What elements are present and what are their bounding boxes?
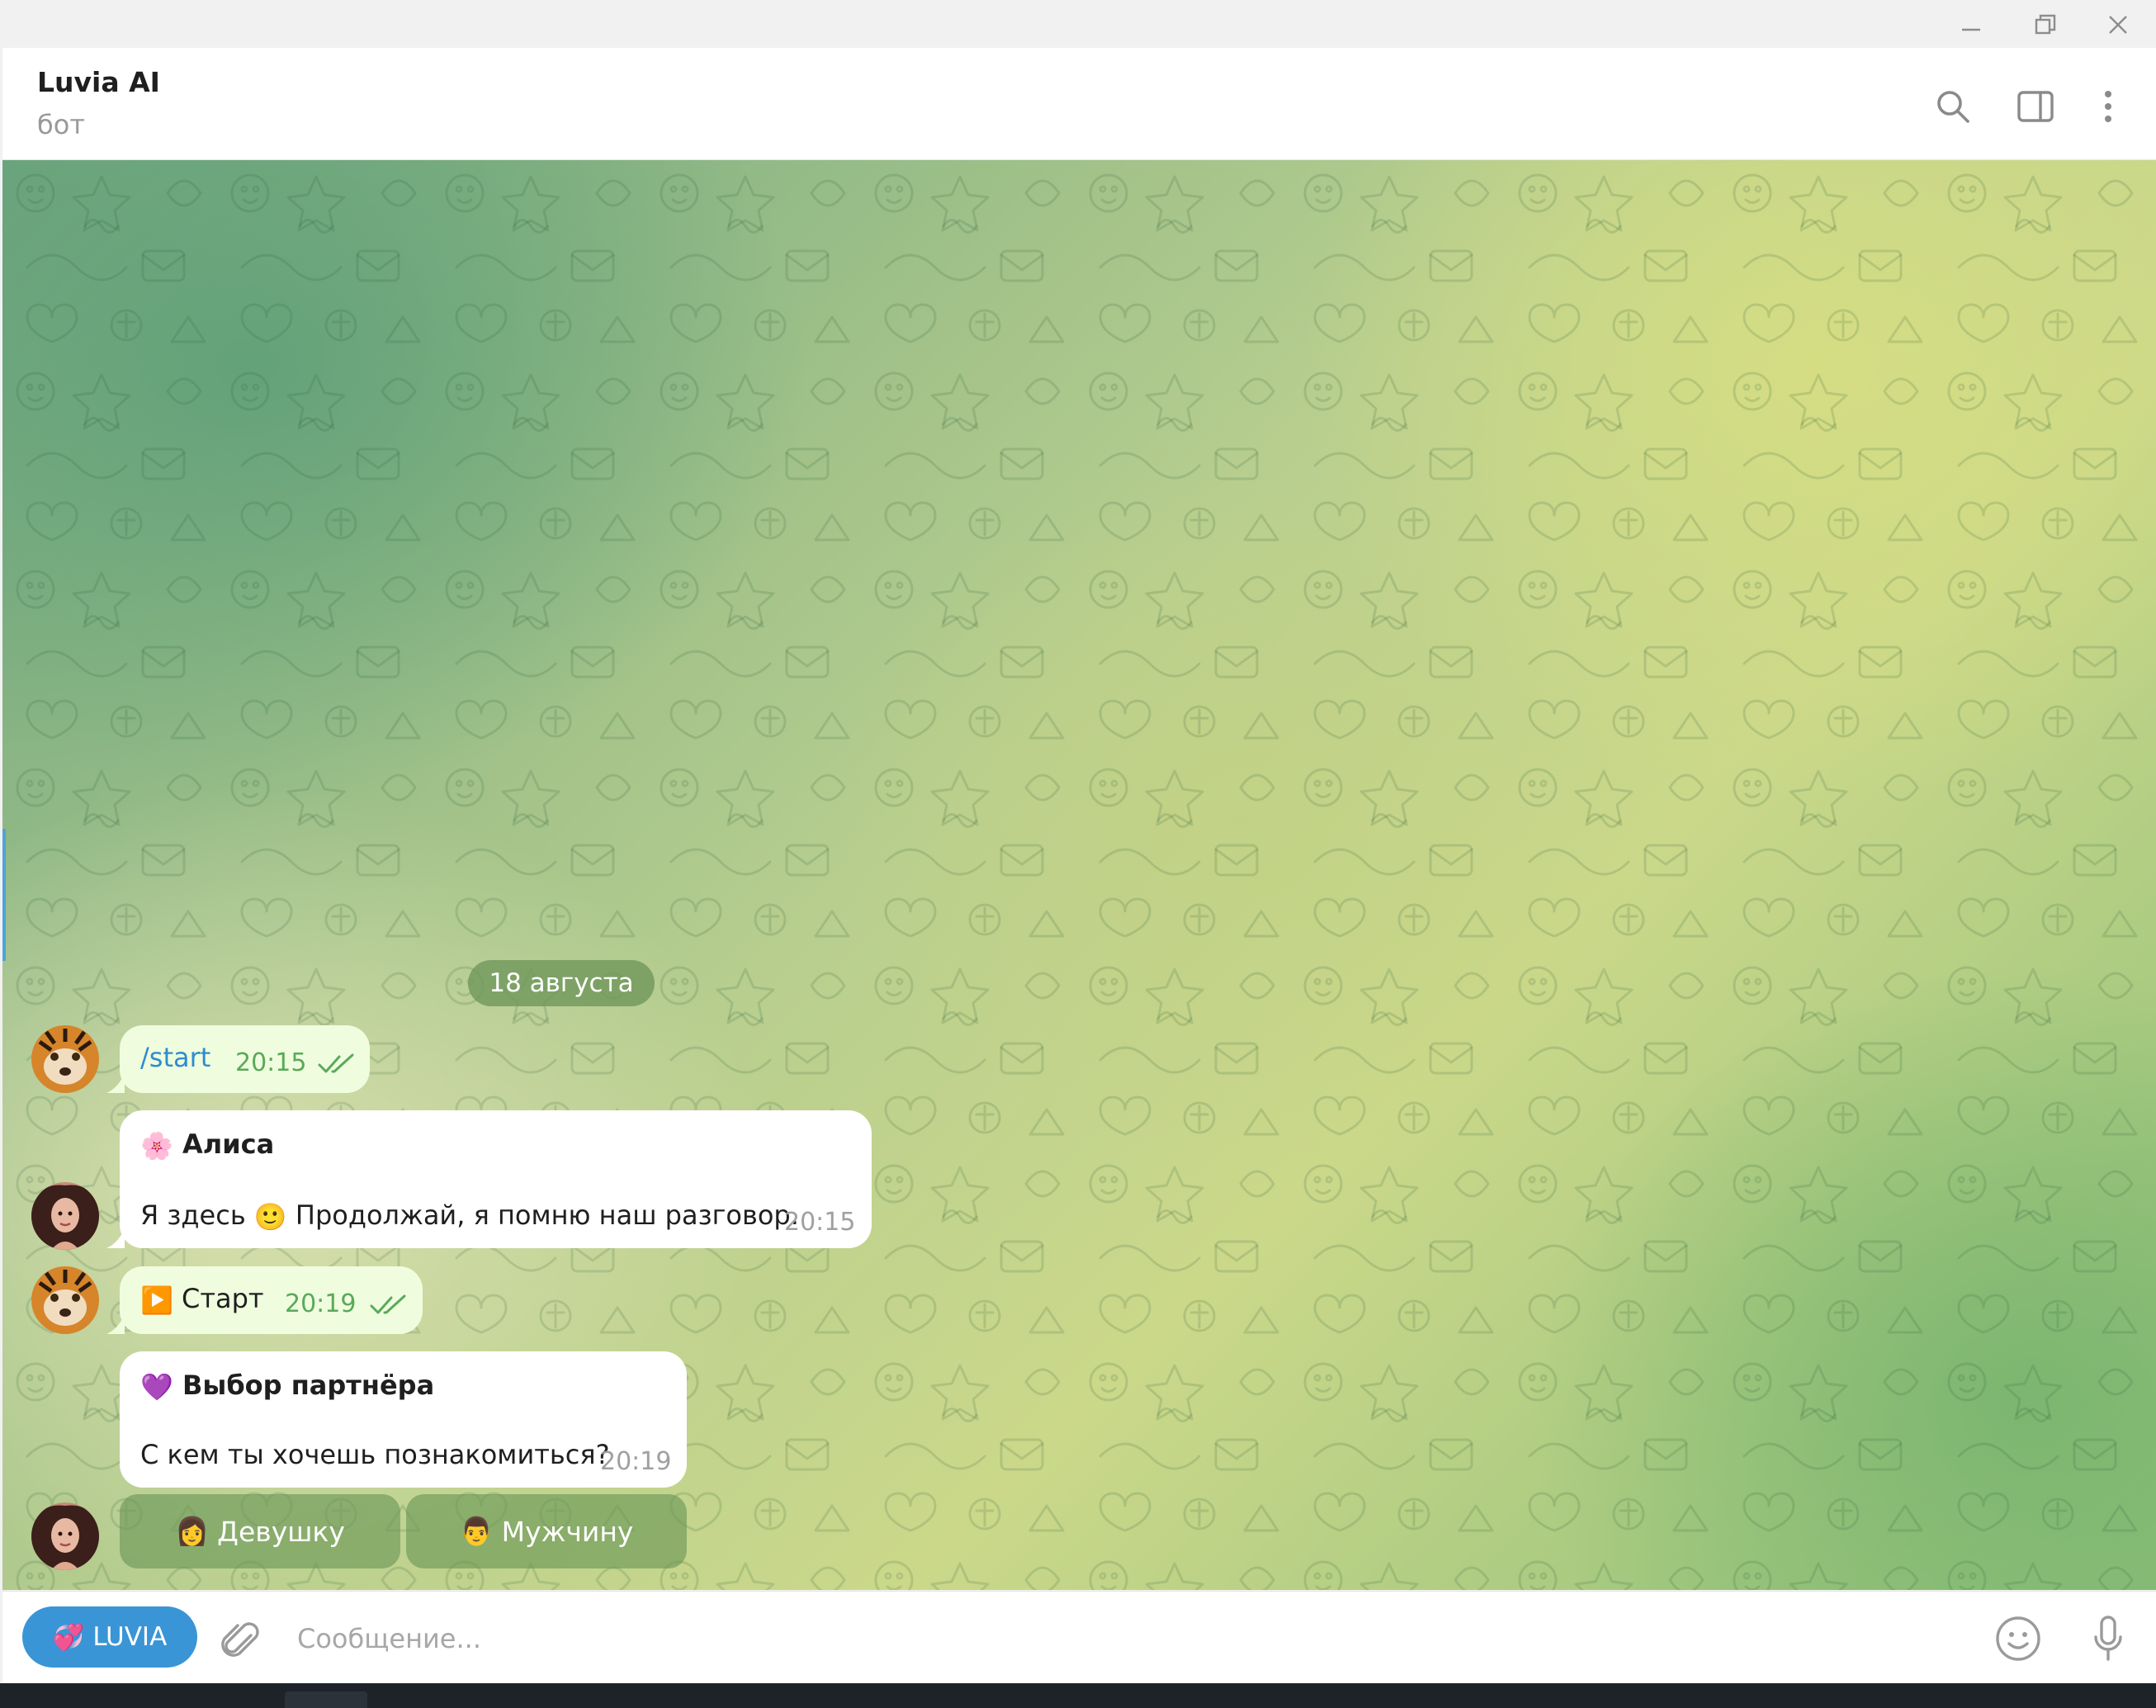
sidebar-toggle-button[interactable] <box>2010 81 2061 132</box>
chat-title[interactable]: Luvia AI <box>37 66 160 98</box>
chat-area[interactable]: 18 августа /start 20:15 🌸 Алиса Я здесь … <box>2 160 2156 1590</box>
date-separator: 18 августа <box>468 960 655 1006</box>
more-options-button[interactable] <box>2083 81 2134 132</box>
play-button-emoji: ▶️ <box>140 1285 173 1316</box>
os-taskbar <box>0 1683 2156 1708</box>
message-title: Алиса <box>182 1128 275 1160</box>
message-composer: 💞 LUVIA <box>2 1591 2156 1684</box>
keyboard-button-label: Мужчину <box>501 1515 634 1548</box>
taskbar-item[interactable] <box>285 1691 367 1708</box>
bot-menu-button[interactable]: 💞 LUVIA <box>22 1606 197 1668</box>
minimize-icon <box>1962 28 1980 31</box>
emoji-icon <box>1996 1616 2040 1661</box>
bot-menu-label: LUVIA <box>92 1622 168 1652</box>
search-icon <box>1937 91 1969 123</box>
emoji-button[interactable] <box>1993 1613 2044 1664</box>
bot-avatar-icon <box>31 1502 99 1570</box>
avatar-bot-alice[interactable] <box>31 1502 99 1570</box>
message-text-part-1: Я здесь <box>140 1199 246 1231</box>
unread-indicator <box>2 829 6 961</box>
window-title-bar <box>0 0 2156 48</box>
message-start-text: Старт <box>182 1283 264 1314</box>
keyboard-button-girl[interactable]: 👩 Девушку <box>120 1494 400 1568</box>
minimize-button[interactable] <box>1938 7 2004 43</box>
voice-message-button[interactable] <box>2083 1613 2134 1664</box>
search-button[interactable] <box>1927 81 1979 132</box>
man-emoji: 👨 <box>459 1515 494 1547</box>
tiger-avatar-icon <box>31 1025 99 1093</box>
close-icon <box>2109 16 2127 34</box>
more-vertical-icon <box>2105 91 2111 122</box>
message-bubble-incoming[interactable]: 🌸 Алиса Я здесь 🙂 Продолжай, я помню наш… <box>120 1110 872 1248</box>
message-text: ▶️ Старт <box>140 1283 264 1316</box>
cherry-blossom-emoji: 🌸 <box>140 1130 173 1162</box>
double-check-icon <box>370 1294 406 1314</box>
message-time: 20:19 <box>600 1447 672 1476</box>
avatar-user-tiger[interactable] <box>31 1266 99 1334</box>
bubble-tail <box>106 1228 125 1248</box>
purple-heart-emoji: 💜 <box>140 1371 173 1403</box>
tiger-avatar-icon <box>31 1266 99 1334</box>
keyboard-button-label: Девушку <box>217 1515 345 1548</box>
chat-header: Luvia AI бот <box>2 48 2156 160</box>
message-header: 💜 Выбор партнёра <box>140 1370 434 1403</box>
message-input[interactable] <box>296 1615 1908 1663</box>
keyboard-button-man[interactable]: 👨 Мужчину <box>406 1494 687 1568</box>
message-bubble-outgoing[interactable]: ▶️ Старт 20:19 <box>120 1266 423 1334</box>
message-text: С кем ты хочешь познакомиться? <box>140 1439 610 1470</box>
message-header: 🌸 Алиса <box>140 1128 274 1162</box>
two-hearts-emoji: 💞 <box>52 1622 85 1653</box>
close-button[interactable] <box>2085 7 2151 43</box>
message-bubble-incoming[interactable]: 💜 Выбор партнёра С кем ты хочешь познако… <box>120 1351 687 1488</box>
avatar-bot-alice[interactable] <box>31 1182 99 1250</box>
attach-button[interactable] <box>214 1613 265 1664</box>
bubble-tail <box>106 1073 125 1093</box>
avatar-user-tiger[interactable] <box>31 1025 99 1093</box>
woman-emoji: 👩 <box>175 1515 210 1547</box>
double-check-icon <box>318 1053 354 1073</box>
message-time: 20:15 <box>784 1208 856 1237</box>
message-time: 20:19 <box>285 1289 357 1318</box>
bot-avatar-icon <box>31 1182 99 1250</box>
message-text: Я здесь 🙂 Продолжай, я помню наш разгово… <box>140 1199 799 1233</box>
message-command-text[interactable]: /start <box>140 1042 210 1073</box>
restore-button[interactable] <box>2012 7 2078 43</box>
attach-icon <box>221 1622 259 1657</box>
bubble-tail <box>106 1314 125 1334</box>
message-bubble-outgoing[interactable]: /start 20:15 <box>120 1025 370 1093</box>
smile-emoji: 🙂 <box>253 1201 287 1233</box>
microphone-icon <box>2094 1616 2122 1661</box>
message-title: Выбор партнёра <box>182 1370 435 1401</box>
restore-icon <box>2035 14 2056 35</box>
message-text-part-2: Продолжай, я помню наш разговор. <box>295 1199 799 1231</box>
message-time: 20:15 <box>235 1048 307 1077</box>
sidebar-toggle-icon <box>2017 91 2054 122</box>
chat-subtitle: бот <box>37 109 85 140</box>
